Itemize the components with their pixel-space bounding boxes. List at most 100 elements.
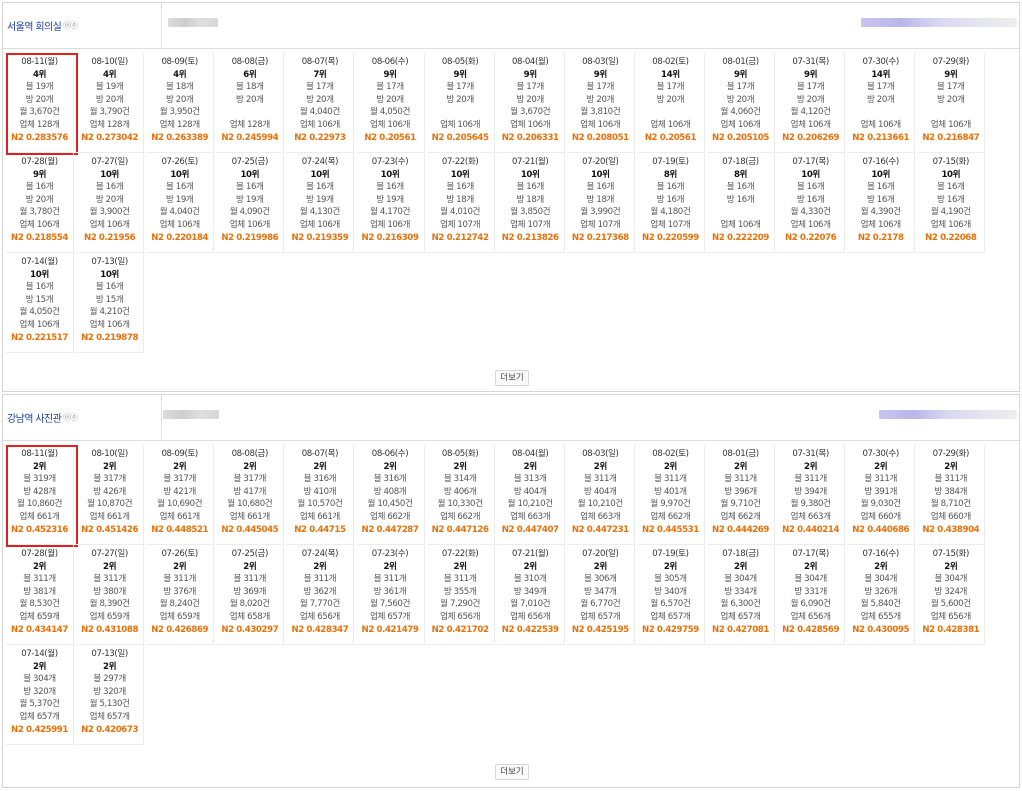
daily-rank-card[interactable]: 07-21(월) 2위 블 310개 방 349개 월 7,010건 업체 656개 N2 … [496,545,565,645]
card-blog-count: 블 311개 [654,474,687,485]
daily-rank-card[interactable]: 08-09(토) 4위 블 18개 방 20개 월 3,950건 업체 128개 N2 0.… [146,53,215,153]
card-room-count: 방 20개 [95,94,124,105]
daily-rank-card[interactable]: 07-15(화) 2위 블 304개 방 324개 월 5,600건 업체 656개 N2 … [917,545,986,645]
daily-rank-card[interactable]: 07-24(목) 10위 블 16개 방 19개 월 4,130건 업체 106개 N2 0… [286,153,355,253]
daily-rank-card[interactable]: 07-31(목) 2위 블 311개 방 394개 월 9,380건 업체 663개 N2 … [777,445,846,545]
daily-rank-card[interactable]: 08-11(월) 4위 블 19개 방 20개 월 3,670건 업체 128개 N2 0.… [6,53,78,155]
daily-rank-card[interactable]: 07-16(수) 2위 블 304개 방 326개 월 5,840건 업체 655개 N2 … [847,545,916,645]
card-n2-score: N2 0.447407 [501,524,559,535]
daily-rank-card[interactable]: 08-06(수) 2위 블 316개 방 408개 월 10,450건 업체 662개 N2… [356,445,425,545]
daily-rank-card[interactable]: 07-28(월) 2위 블 311개 방 381개 월 8,530건 업체 659개 N2 … [6,545,74,645]
more-button[interactable]: 더보기 [495,370,529,386]
daily-rank-card[interactable]: 07-23(수) 2위 블 311개 방 361개 월 7,560건 업체 657개 N2 … [356,545,425,645]
daily-rank-card[interactable]: 07-20(일) 2위 블 306개 방 347개 월 6,770건 업체 657개 N2 … [566,545,635,645]
card-blog-count: 블 16개 [236,182,264,193]
card-room-count: 방 18개 [446,194,474,205]
card-blog-count: 블 311개 [303,574,337,585]
card-rank: 2위 [313,461,327,472]
daily-rank-card[interactable]: 07-18(금) 2위 블 304개 방 334개 월 6,300건 업체 657개 N2 … [707,545,775,645]
daily-rank-card[interactable]: 07-13(일) 10위 블 16개 방 15개 월 4,210건 업체 106개 N2 0… [76,253,145,353]
daily-rank-card[interactable]: 08-04(월) 2위 블 313개 방 404개 월 10,210건 업체 663개 N2… [496,445,565,545]
card-rank: 2위 [944,561,958,572]
card-monthly-searches [216,106,283,119]
card-rank: 2위 [663,461,677,472]
daily-rank-card[interactable]: 08-08(금) 6위 블 18개 방 20개 업체 128개 N2 0.245994 [216,53,285,153]
daily-rank-card[interactable]: 07-14(월) 10위 블 16개 방 15개 월 4,050건 업체 106개 N2 0… [6,253,74,353]
keyword-badge-icons[interactable]: ⓜⓟ [63,412,78,423]
card-room-count: 방 380개 [93,586,126,597]
daily-rank-card[interactable]: 07-22(화) 2위 블 311개 방 355개 월 7,290건 업체 656개 N2 … [426,545,495,645]
card-rank: 10위 [520,169,540,180]
daily-rank-card[interactable]: 08-01(금) 9위 블 17개 방 20개 월 4,060건 업체 106개 N2 0.… [707,53,775,153]
daily-rank-card[interactable]: 07-27(일) 10위 블 16개 방 20개 월 3,900건 업체 106개 N2 0… [76,153,145,253]
daily-rank-card[interactable]: 07-17(목) 10위 블 16개 방 16개 월 4,330건 업체 106개 N2 0… [777,153,846,253]
card-blog-count: 블 304개 [724,574,757,585]
daily-rank-card[interactable]: 07-17(목) 2위 블 304개 방 331개 월 6,090건 업체 656개 N2 … [777,545,846,645]
daily-rank-card[interactable]: 07-22(화) 10위 블 16개 방 18개 월 4,010건 업체 107개 N2 0… [426,153,495,253]
daily-rank-card[interactable]: 08-09(토) 2위 블 317개 방 421개 월 10,690건 업체 661개 N2… [146,445,215,545]
card-room-count: 방 20개 [796,94,825,105]
daily-rank-grid: 08-11(월) 4위 블 19개 방 20개 월 3,670건 업체 128개 N2 0.… [6,53,1018,365]
daily-rank-card[interactable]: 08-06(수) 9위 블 17개 방 20개 월 4,050건 업체 106개 N2 0.… [356,53,425,153]
daily-rank-card[interactable]: 08-10(일) 2위 블 317개 방 426개 월 10,870건 업체 661개 N2… [76,445,145,545]
card-vendor-count: 업체 661개 [89,511,130,522]
daily-rank-card[interactable]: 08-07(목) 7위 블 17개 방 20개 월 4,040건 업체 106개 N2 0.… [286,53,355,153]
daily-rank-card[interactable]: 08-01(금) 2위 블 311개 방 396개 월 9,710건 업체 662개 N2 … [707,445,775,545]
section-keyword-link[interactable]: 강남역 사진관 [7,410,62,425]
daily-rank-card[interactable]: 07-18(금) 8위 블 16개 방 16개 업체 106개 N2 0.222209 [707,153,775,253]
daily-rank-card[interactable]: 07-25(금) 2위 블 311개 방 369개 월 8,020건 업체 658개 N2 … [216,545,285,645]
card-blog-count: 블 16개 [446,182,474,193]
daily-rank-card[interactable]: 07-21(월) 10위 블 16개 방 18개 월 3,850건 업체 107개 N2 0… [496,153,565,253]
card-rank: 2위 [383,561,397,572]
daily-rank-card[interactable]: 07-30(수) 14위 블 17개 방 20개 업체 106개 N2 0.213661 [847,53,916,153]
daily-rank-card[interactable]: 07-27(일) 2위 블 311개 방 380개 월 8,390건 업체 659개 N2 … [76,545,145,645]
more-button[interactable]: 더보기 [495,764,529,780]
daily-rank-card[interactable]: 08-05(화) 9위 블 17개 방 20개 업체 106개 N2 0.205645 [426,53,495,153]
daily-rank-card[interactable]: 07-29(화) 9위 블 17개 방 20개 업체 106개 N2 0.216847 [917,53,986,153]
card-room-count: 방 19개 [236,194,264,205]
daily-rank-card[interactable]: 08-05(화) 2위 블 314개 방 406개 월 10,330건 업체 662개 N2… [426,445,495,545]
daily-rank-card[interactable]: 07-14(월) 2위 블 304개 방 320개 월 5,370건 업체 657개 N2 … [6,645,74,745]
card-date: 08-01(금) [722,449,759,459]
daily-rank-card[interactable]: 08-03(일) 9위 블 17개 방 20개 월 3,810건 업체 106개 N2 0.… [566,53,635,153]
daily-rank-card[interactable]: 08-03(일) 2위 블 311개 방 404개 월 10,210건 업체 663개 N2… [566,445,635,545]
daily-rank-card[interactable]: 07-15(화) 10위 블 16개 방 16개 월 4,190건 업체 106개 N2 0… [917,153,986,253]
daily-rank-card[interactable]: 07-26(토) 10위 블 16개 방 19개 월 4,040건 업체 106개 N2 0… [146,153,215,253]
card-monthly-searches: 월 9,380건 [790,499,831,510]
daily-rank-card[interactable]: 07-25(금) 10위 블 16개 방 19개 월 4,090건 업체 106개 N2 0… [216,153,285,253]
daily-rank-card[interactable]: 08-08(금) 2위 블 317개 방 417개 월 10,680건 업체 661개 N2… [216,445,285,545]
card-date: 07-16(수) [862,157,899,167]
daily-rank-card[interactable]: 07-19(토) 2위 블 305개 방 340개 월 6,570건 업체 657개 N2 … [636,545,705,645]
daily-rank-card[interactable]: 08-10(일) 4위 블 19개 방 20개 월 3,790건 업체 128개 N2 0.… [76,53,145,153]
card-vendor-count: 업체 106개 [790,119,831,130]
daily-rank-card[interactable]: 07-24(목) 2위 블 311개 방 362개 월 7,770건 업체 656개 N2 … [286,545,355,645]
daily-rank-card[interactable]: 07-28(월) 9위 블 16개 방 20개 월 3,780건 업체 106개 N2 0.… [6,153,74,253]
daily-rank-card[interactable]: 07-26(토) 2위 블 311개 방 376개 월 8,240건 업체 659개 N2 … [146,545,215,645]
daily-rank-card[interactable]: 07-16(수) 10위 블 16개 방 16개 월 4,390건 업체 106개 N2 0… [847,153,916,253]
card-rank: 2위 [804,461,818,472]
card-n2-score: N2 0.447287 [361,524,419,535]
daily-rank-card[interactable]: 08-04(월) 9위 블 17개 방 20개 월 3,670건 업체 106개 N2 0.… [496,53,565,153]
card-monthly-searches: 월 4,060건 [720,107,761,118]
card-room-count: 방 376개 [163,586,196,597]
card-vendor-count: 업체 106개 [790,219,831,230]
daily-rank-card[interactable]: 07-19(토) 8위 블 16개 방 16개 월 4,180건 업체 107개 N2 0.… [636,153,705,253]
card-date: 07-16(수) [862,549,899,559]
section-keyword-link[interactable]: 서울역 회의실 [7,18,62,33]
card-date: 07-14(월) [21,257,58,267]
daily-rank-card[interactable]: 07-30(수) 2위 블 311개 방 391개 월 9,030건 업체 660개 N2 … [847,445,916,545]
daily-rank-card[interactable]: 08-02(토) 2위 블 311개 방 401개 월 9,970건 업체 662개 N2 … [636,445,705,545]
card-vendor-count: 업체 659개 [89,611,130,622]
keyword-badge-icons[interactable]: ⓜⓟ [63,20,78,31]
daily-rank-card[interactable]: 07-29(화) 2위 블 311개 방 384개 월 8,710건 업체 660개 N2 … [917,445,986,545]
daily-rank-card[interactable]: 07-13(일) 2위 블 297개 방 320개 월 5,130건 업체 657개 N2 … [76,645,145,745]
daily-rank-card[interactable]: 08-07(목) 2위 블 316개 방 410개 월 10,570건 업체 661개 N2… [286,445,355,545]
daily-rank-card[interactable]: 07-31(목) 9위 블 17개 방 20개 월 4,120건 업체 106개 N2 0.… [777,53,846,153]
daily-rank-card[interactable]: 08-11(월) 2위 블 319개 방 428개 월 10,860건 업체 661개 N2… [6,445,78,547]
daily-rank-card[interactable]: 07-20(일) 10위 블 16개 방 18개 월 3,990건 업체 107개 N2 0… [566,153,635,253]
daily-rank-card[interactable]: 08-02(토) 14위 블 17개 방 20개 업체 106개 N2 0.20561 [636,53,705,153]
daily-rank-card[interactable]: 07-23(수) 10위 블 16개 방 19개 월 4,170건 업체 106개 N2 0… [356,153,425,253]
card-n2-score: N2 0.428347 [291,624,349,635]
card-vendor-count: 업체 660개 [930,511,971,522]
card-vendor-count: 업체 657개 [720,611,761,622]
